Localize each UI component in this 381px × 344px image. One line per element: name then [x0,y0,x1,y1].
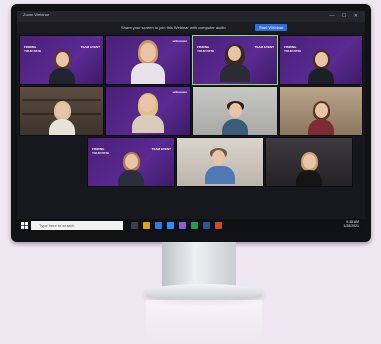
participant-avatar [306,50,336,84]
windows-start-icon[interactable] [21,222,28,229]
participant-avatar [306,101,336,135]
video-tile[interactable]: FINDING YOUR PATH TEAM EVENT [87,137,175,187]
system-clock[interactable]: 9:48 AM 1/28/2021 [343,220,359,228]
taskbar-search[interactable]: Type here to search [31,221,123,230]
window-titlebar: Zoom Webinar — ☐ ✕ [17,11,365,22]
excel-icon[interactable] [191,222,198,229]
stand-reflection [146,300,262,340]
participant-avatar [116,152,146,186]
tile-banner-right: TEAM EVENT [254,45,274,49]
tile-logo: unbounce [172,39,187,43]
tile-logo: unbounce [172,90,187,94]
tile-banner-right: TEAM EVENT [151,147,171,151]
participant-avatar [294,152,324,186]
screen: Zoom Webinar — ☐ ✕ Share your screen to … [17,11,365,232]
task-view-icon[interactable] [131,222,138,229]
window-title: Zoom Webinar [23,12,50,17]
participant-avatar [218,44,252,84]
video-tile[interactable]: unbounce [105,35,191,85]
participant-avatar [47,50,77,84]
tile-banner: FINDING YOUR PATH [197,45,215,53]
video-tile[interactable] [279,86,363,136]
video-grid: FINDING YOUR PATH TEAM EVENT unbounce FI… [17,35,365,216]
video-tile[interactable] [19,86,104,136]
video-tile[interactable]: FINDING YOUR PATH TEAM EVENT [19,35,104,85]
tile-banner: FINDING YOUR PATH [92,147,110,155]
participant-avatar [130,93,166,135]
tile-banner: FINDING YOUR PATH [24,45,42,53]
video-tile[interactable]: FINDING YOUR PATH [279,35,363,85]
monitor-stand [162,242,236,288]
video-tile[interactable] [192,86,278,136]
search-placeholder: Type here to search [39,223,75,228]
monitor: Zoom Webinar — ☐ ✕ Share your screen to … [11,4,371,242]
tile-banner-right: TEAM EVENT [80,45,100,49]
file-explorer-icon[interactable] [143,222,150,229]
participant-avatar [220,101,250,135]
participant-avatar [203,148,237,186]
video-tile-active-speaker[interactable]: FINDING YOUR PATH TEAM EVENT [192,35,278,85]
video-tile[interactable] [176,137,264,187]
participant-avatar [47,101,77,135]
participant-avatar [128,40,168,84]
window-controls[interactable]: — ☐ ✕ [330,13,361,19]
tile-banner: FINDING YOUR PATH [284,45,302,53]
notice-bar: Share your screen to join this Webinar w… [17,22,365,33]
powerpoint-icon[interactable] [215,222,222,229]
notice-text: Share your screen to join this Webinar w… [121,25,226,30]
browser-icon[interactable] [155,222,162,229]
monitor-base [144,284,264,300]
zoom-icon[interactable] [167,222,174,229]
teams-icon[interactable] [179,222,186,229]
clock-date: 1/28/2021 [343,224,359,228]
windows-taskbar: Type here to search 9:48 AM 1/28/2021 [17,219,365,232]
video-tile[interactable] [265,137,353,187]
word-icon[interactable] [203,222,210,229]
start-webinar-button[interactable]: Start Webinar [255,24,288,31]
video-tile[interactable]: unbounce [105,86,191,136]
